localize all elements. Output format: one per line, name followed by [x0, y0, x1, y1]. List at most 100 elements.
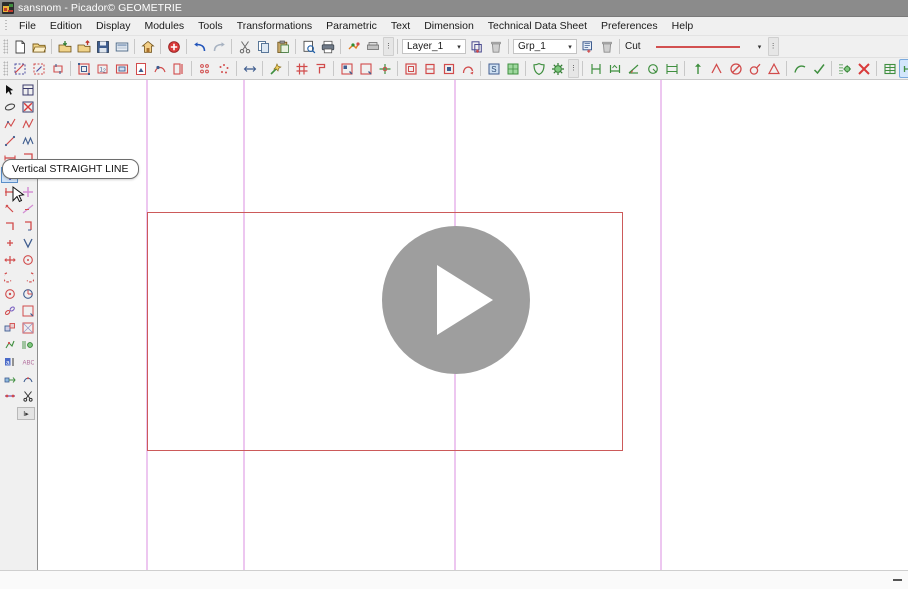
check-icon[interactable]	[809, 59, 828, 78]
menu-item-preferences[interactable]: Preferences	[594, 18, 665, 34]
redo-icon[interactable]	[209, 37, 228, 56]
menu-item-help[interactable]: Help	[665, 18, 701, 34]
snap-node-icon[interactable]	[337, 59, 356, 78]
triangle-icon[interactable]	[764, 59, 783, 78]
points-icon[interactable]	[195, 59, 214, 78]
save-as-icon[interactable]	[112, 37, 131, 56]
main-toolbar-overflow-button[interactable]: ⋮	[383, 37, 394, 56]
arc-reverse-tool[interactable]	[19, 269, 36, 285]
point-tool[interactable]	[1, 235, 18, 251]
layer-copy-icon[interactable]	[467, 37, 486, 56]
trim-tool[interactable]	[1, 337, 18, 353]
contour-edit-tool[interactable]	[19, 303, 36, 319]
zoom-window-icon[interactable]	[74, 59, 93, 78]
zoom-extents-icon[interactable]	[112, 59, 131, 78]
import-icon[interactable]	[55, 37, 74, 56]
hatch-tool[interactable]	[1, 320, 18, 336]
arc-icon[interactable]	[790, 59, 809, 78]
grid-icon[interactable]	[292, 59, 311, 78]
delete-frame-tool[interactable]	[19, 99, 36, 115]
dim-baseline-icon[interactable]	[662, 59, 681, 78]
plot-icon[interactable]	[344, 37, 363, 56]
select-all-icon[interactable]	[10, 59, 29, 78]
settings-green-icon[interactable]	[835, 59, 854, 78]
segment-tool[interactable]	[1, 133, 18, 149]
box3-icon[interactable]	[439, 59, 458, 78]
grid-angle-icon[interactable]	[311, 59, 330, 78]
pattern-tool[interactable]	[19, 320, 36, 336]
polyline-tool[interactable]	[1, 116, 18, 132]
dim-angular-icon[interactable]	[624, 59, 643, 78]
measure-icon[interactable]	[899, 59, 908, 78]
export-icon[interactable]	[74, 37, 93, 56]
menu-item-text[interactable]: Text	[384, 18, 417, 34]
zoom-dynamic-icon[interactable]	[150, 59, 169, 78]
home-icon[interactable]	[138, 37, 157, 56]
line-style-select[interactable]: ▾	[648, 39, 766, 54]
corner-mirror-tool[interactable]	[19, 218, 36, 234]
resize-grip[interactable]	[893, 579, 902, 581]
secondary-toolbar-overflow-button[interactable]: ⋮	[568, 59, 579, 78]
menu-item-file[interactable]: File	[12, 18, 43, 34]
snap-perp-icon[interactable]	[375, 59, 394, 78]
connector-tool[interactable]	[1, 388, 18, 404]
new-file-icon[interactable]	[10, 37, 29, 56]
shield-icon[interactable]	[529, 59, 548, 78]
undo-icon[interactable]	[190, 37, 209, 56]
pointer-tool[interactable]	[1, 82, 18, 98]
curve-fit-tool[interactable]	[19, 371, 36, 387]
circle-slash-icon[interactable]	[726, 59, 745, 78]
dim-radius-icon[interactable]	[643, 59, 662, 78]
drawing-rectangle[interactable]	[147, 212, 623, 451]
group-select[interactable]: Grp_1 ▾	[513, 39, 577, 54]
line-toolbar-overflow-button[interactable]: ⋮	[767, 37, 779, 56]
text-tool[interactable]: a	[1, 354, 18, 370]
cut-icon[interactable]	[235, 37, 254, 56]
zoom-previous-icon[interactable]: 12	[93, 59, 112, 78]
group-copy-icon[interactable]	[578, 37, 597, 56]
menu-item-dimension[interactable]: Dimension	[417, 18, 481, 34]
axis-tool[interactable]	[1, 252, 18, 268]
arrow-up-icon[interactable]	[688, 59, 707, 78]
corner-tool[interactable]	[1, 218, 18, 234]
circle-center-tool[interactable]	[19, 252, 36, 268]
add-red-icon[interactable]	[164, 37, 183, 56]
pie-tool[interactable]	[19, 286, 36, 302]
copy-icon[interactable]	[254, 37, 273, 56]
print-icon[interactable]	[318, 37, 337, 56]
sigma-icon[interactable]	[745, 59, 764, 78]
save-icon[interactable]	[93, 37, 112, 56]
polyline-node-tool[interactable]	[19, 116, 36, 132]
zoom-page-icon[interactable]	[131, 59, 150, 78]
circle-point-tool[interactable]	[1, 286, 18, 302]
angle-icon[interactable]	[707, 59, 726, 78]
play-overlay-button[interactable]	[382, 226, 530, 374]
scissors-tool[interactable]	[19, 388, 36, 404]
toolbar-drag-grip[interactable]	[3, 39, 8, 54]
dim-linear-icon[interactable]	[586, 59, 605, 78]
contour-s-icon[interactable]: S	[484, 59, 503, 78]
secondary-toolbar-drag-grip[interactable]	[3, 61, 8, 76]
vee-tool[interactable]	[19, 235, 36, 251]
snap-node2-icon[interactable]	[356, 59, 375, 78]
box2-icon[interactable]	[420, 59, 439, 78]
machine-icon[interactable]	[363, 37, 382, 56]
select-window-icon[interactable]	[29, 59, 48, 78]
dim-aligned-icon[interactable]	[605, 59, 624, 78]
menu-item-technical-data-sheet[interactable]: Technical Data Sheet	[481, 18, 594, 34]
gear-green-icon[interactable]	[548, 59, 567, 78]
layer-select[interactable]: Layer_1 ▾	[402, 39, 466, 54]
select-chain-icon[interactable]	[48, 59, 67, 78]
layer-delete-icon[interactable]	[486, 37, 505, 56]
print-preview-icon[interactable]	[299, 37, 318, 56]
box-icon[interactable]	[401, 59, 420, 78]
arc-tool[interactable]	[1, 269, 18, 285]
dimension-tool[interactable]	[1, 371, 18, 387]
menu-item-transformations[interactable]: Transformations	[230, 18, 319, 34]
menu-item-display[interactable]: Display	[89, 18, 137, 34]
points-scatter-icon[interactable]	[214, 59, 233, 78]
magic-wand-icon[interactable]	[266, 59, 285, 78]
table-icon[interactable]	[880, 59, 899, 78]
frame-tool[interactable]	[19, 82, 36, 98]
zigzag-tool[interactable]	[19, 133, 36, 149]
